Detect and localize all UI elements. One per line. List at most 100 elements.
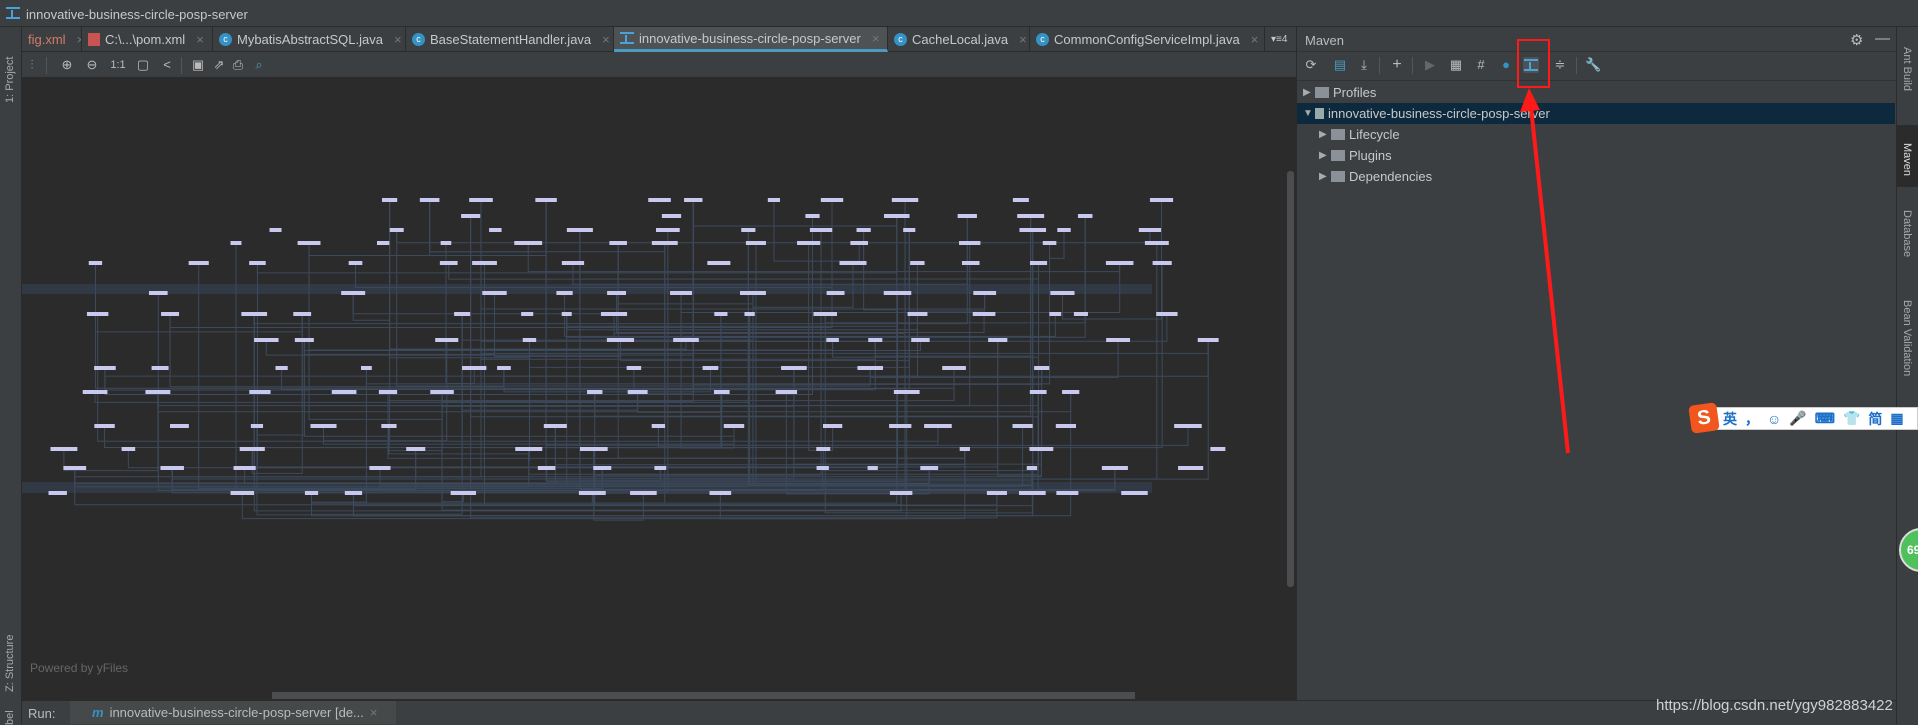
tab-common-config-service-impl[interactable]: c CommonConfigServiceImpl.java × [1030,27,1265,52]
maven-tool-button[interactable]: Maven [1897,125,1918,187]
horizontal-scrollbar[interactable] [272,692,1135,699]
close-icon[interactable]: × [602,32,610,47]
graph-node [709,491,732,495]
skip-tests-icon[interactable]: ● [1498,57,1514,73]
tree-item-project[interactable]: ▼ innovative-business-circle-posp-server [1297,103,1895,124]
dependency-diagram-canvas[interactable]: Powered by yFiles [22,78,1296,700]
project-tool-button[interactable]: 1: Project [4,33,16,103]
gear-icon[interactable]: ⚙ [1850,31,1863,49]
graph-node [627,390,648,394]
graph-node [566,228,593,232]
zoom-out-icon[interactable]: ⊖ [84,57,100,73]
graph-node [1156,312,1178,316]
graph-node [94,366,116,370]
graph-node [606,338,635,342]
add-icon[interactable]: + [1389,57,1405,73]
reimport-icon[interactable]: ⟳ [1303,57,1319,73]
graph-edge [493,293,621,357]
separator [46,57,47,74]
close-icon[interactable]: × [872,31,880,46]
hide-icon[interactable]: — [1875,30,1890,47]
tab-label: CacheLocal.java [912,32,1009,47]
toolbox-icon[interactable]: ▦ [1890,410,1903,427]
dependency-graph[interactable] [22,78,1296,700]
toggle-offline-icon[interactable]: # [1473,57,1489,73]
ant-build-tool-button[interactable]: Ant Build [1897,27,1918,125]
share-icon[interactable]: < [159,57,175,73]
print-icon[interactable]: ⎙ [230,57,246,73]
favorites-tool-button[interactable]: bel [4,705,16,725]
maven-panel: Maven ⚙ — ⟳ ▤ ⤓ + ▶ ▦ # ● ≑ 🔧 ▶ Profiles … [1296,27,1897,700]
tab-base-statement-handler[interactable]: c BaseStatementHandler.java × [406,27,614,52]
graph-node [1174,424,1202,428]
structure-tool-button[interactable]: Z: Structure [4,607,16,692]
tab-label: MybatisAbstractSQL.java [237,32,383,47]
close-icon[interactable]: × [370,705,378,720]
close-icon[interactable]: × [394,32,402,47]
graph-node [461,214,481,218]
tab-diagram[interactable]: innovative-business-circle-posp-server × [614,27,888,52]
graph-node [376,241,390,245]
database-tool-button[interactable]: Database [1897,190,1918,270]
tree-item-plugins[interactable]: ▶ Plugins [1297,145,1895,166]
punctuation-icon[interactable]: ， [1745,409,1759,429]
download-icon[interactable]: ⤓ [1356,57,1372,73]
graph-edge [308,200,547,257]
tab-mybatis-abstract-sql[interactable]: c MybatisAbstractSQL.java × [213,27,406,52]
graph-node [1012,424,1033,428]
generate-sources-icon[interactable]: ▤ [1332,57,1348,73]
graph-edge [157,243,971,407]
keyboard-icon[interactable]: ⌨ [1815,410,1835,427]
run-icon[interactable]: ▶ [1422,57,1438,73]
graph-node [249,261,266,265]
graph-node [543,424,567,428]
microphone-icon[interactable]: 🎤 [1789,410,1806,427]
fit-content-icon[interactable]: ▢ [135,57,151,73]
actual-size-button[interactable]: 1:1 [108,57,128,73]
zoom-in-icon[interactable]: ⊕ [59,57,75,73]
graph-node [86,312,109,316]
graph-edge [503,340,530,390]
tree-label: Dependencies [1349,169,1433,184]
graph-edge [692,200,898,227]
graph-node [254,338,279,342]
export-icon[interactable]: ⇗ [211,57,227,73]
skin-icon[interactable]: 👕 [1843,410,1860,427]
tree-item-dependencies[interactable]: ▶ Dependencies [1297,166,1895,187]
graph-node [1062,390,1080,394]
graph-node [381,424,397,428]
collapse-all-icon[interactable]: ≑ [1552,57,1568,73]
layout-icon[interactable]: ⫶ [24,57,40,73]
graph-node [1210,447,1226,451]
graph-node [462,366,487,370]
expand-icon[interactable]: ▶ [1303,87,1315,98]
tabs-overflow-button[interactable]: ▾≡4 [1265,27,1296,52]
tree-item-profiles[interactable]: ▶ Profiles [1297,82,1895,103]
close-icon[interactable]: × [196,32,204,47]
tab-pom-xml[interactable]: C:\...\pom.xml × [82,27,213,52]
execute-goal-icon[interactable]: ▦ [1448,57,1464,73]
graph-edge [863,230,899,311]
collapse-icon[interactable]: ▼ [1303,108,1315,119]
graph-node [430,390,454,394]
emoji-icon[interactable]: ☺ [1767,411,1781,427]
graph-node [816,466,829,470]
vertical-scrollbar[interactable] [1287,171,1294,587]
expand-icon[interactable]: ▶ [1319,150,1331,161]
close-icon[interactable]: × [1019,32,1027,47]
ime-language-toggle[interactable]: 英 [1723,409,1737,429]
close-icon[interactable]: × [1251,32,1259,47]
expand-icon[interactable]: ▶ [1319,129,1331,140]
wrench-icon[interactable]: 🔧 [1585,57,1601,73]
run-tab[interactable]: m innovative-business-circle-posp-server… [70,701,396,724]
simplified-chinese-toggle[interactable]: 简 [1868,409,1882,429]
bean-validation-tool-button[interactable]: Bean Validation [1897,280,1918,420]
tree-item-lifecycle[interactable]: ▶ Lifecycle [1297,124,1895,145]
save-icon[interactable]: ▣ [190,57,206,73]
tab-fig-xml[interactable]: fig.xml× [22,27,82,52]
graph-edge [169,200,833,329]
tab-cache-local[interactable]: c CacheLocal.java × [888,27,1030,52]
print-preview-icon[interactable]: ⌕ [251,57,267,73]
folder-gear-icon [1331,150,1345,161]
expand-icon[interactable]: ▶ [1319,171,1331,182]
